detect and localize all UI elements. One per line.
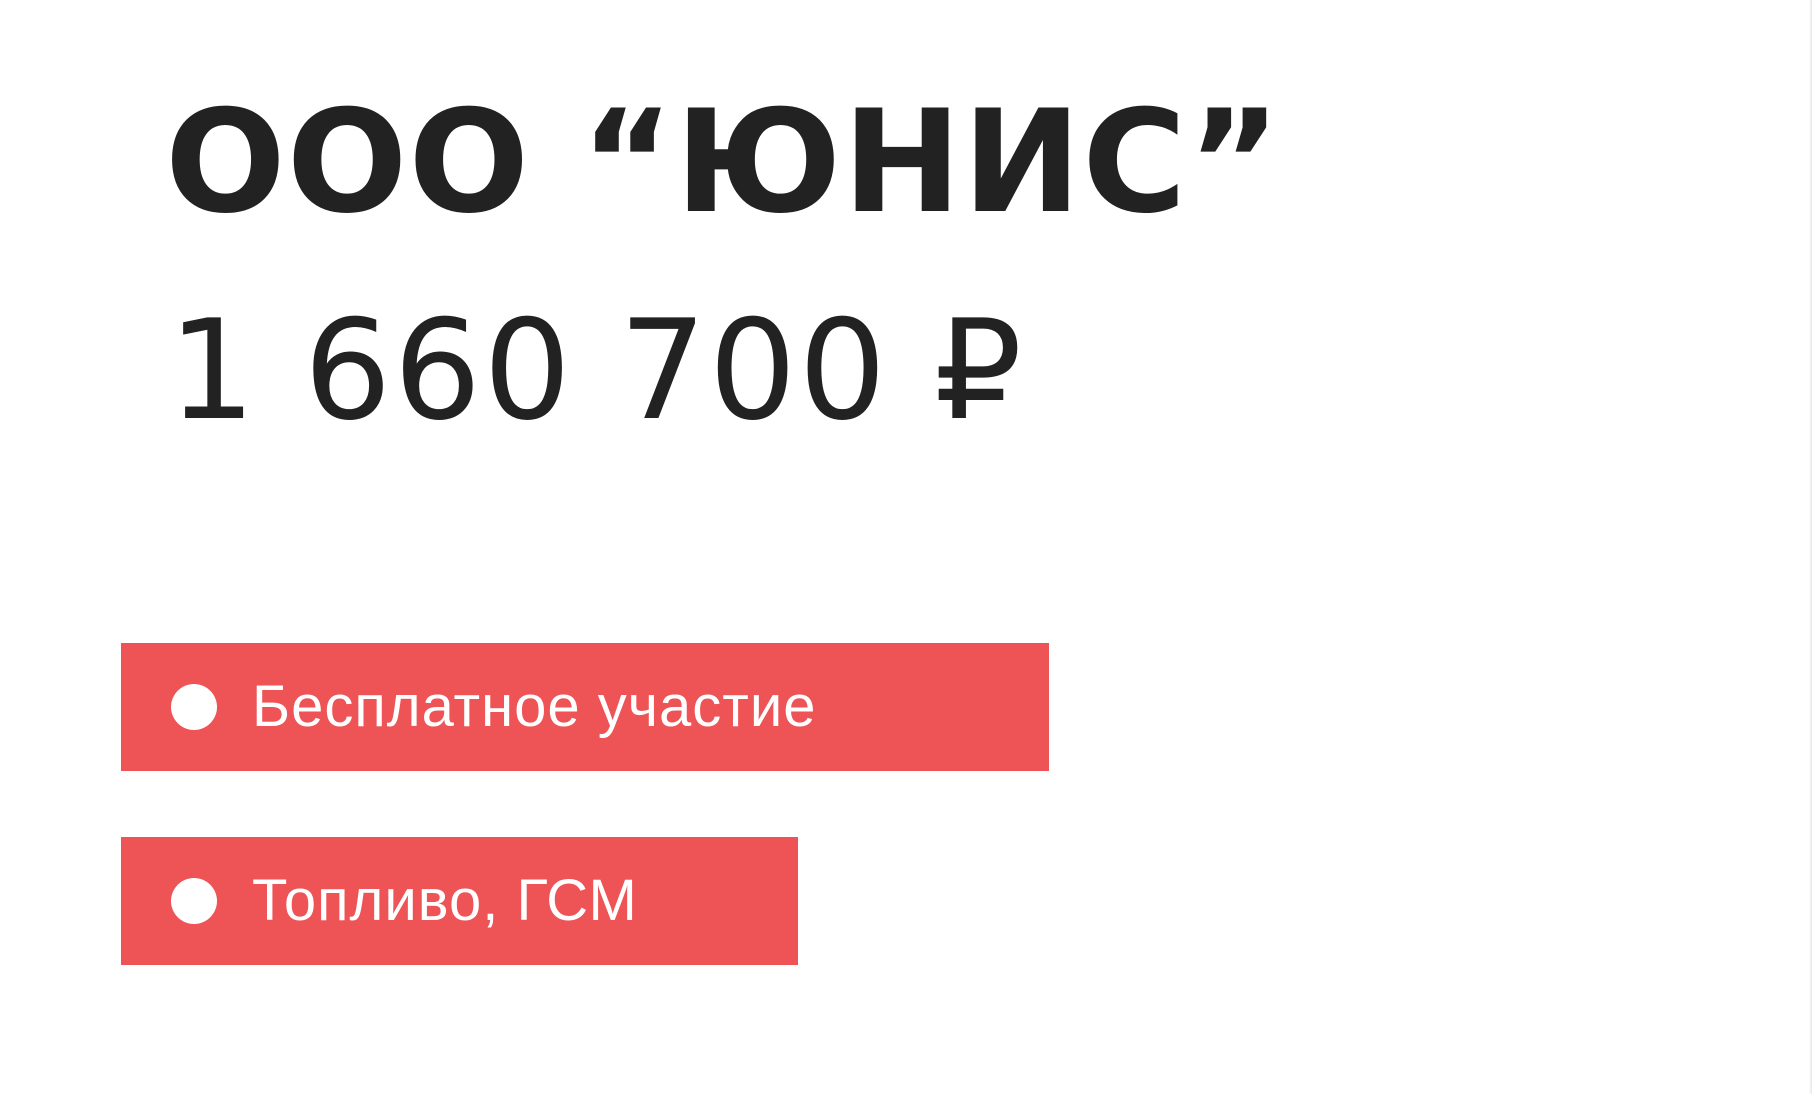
company-name: ООО “ЮНИС” [165, 80, 1282, 245]
tag-free-participation[interactable]: Бесплатное участие [121, 643, 1049, 771]
dot-icon [171, 684, 217, 730]
tag-fuel[interactable]: Топливо, ГСМ [121, 837, 798, 965]
tag-label: Топливо, ГСМ [252, 868, 638, 933]
dot-icon [171, 878, 217, 924]
tag-label: Бесплатное участие [252, 674, 817, 739]
company-card: ООО “ЮНИС” 1 660 700 ₽ Бесплатное участи… [0, 0, 1812, 1094]
contract-amount: 1 660 700 ₽ [168, 290, 1024, 451]
